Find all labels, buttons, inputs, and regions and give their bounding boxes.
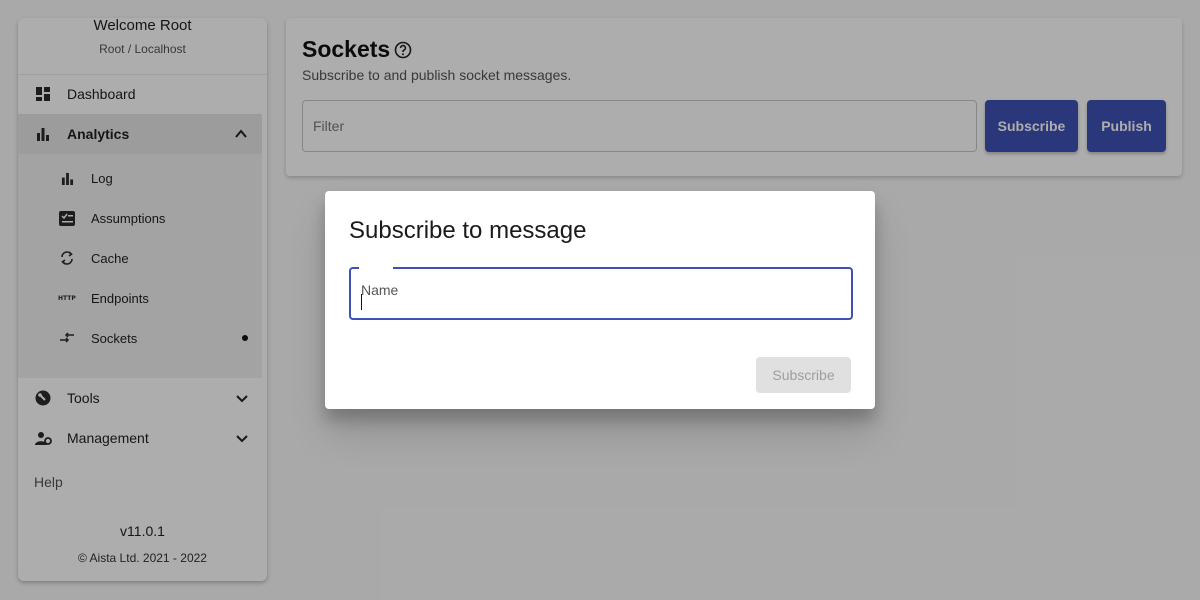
label-notch — [359, 266, 393, 270]
name-placeholder: Name — [361, 282, 399, 298]
app: Welcome Root Root / Localhost Dashboard … — [0, 0, 1200, 600]
name-input[interactable]: Name — [349, 266, 853, 320]
subscribe-dialog: Subscribe to message Name Subscribe — [325, 191, 875, 409]
dialog-title: Subscribe to message — [349, 217, 587, 244]
text-caret — [361, 294, 362, 310]
dialog-subscribe-button[interactable]: Subscribe — [756, 357, 851, 393]
